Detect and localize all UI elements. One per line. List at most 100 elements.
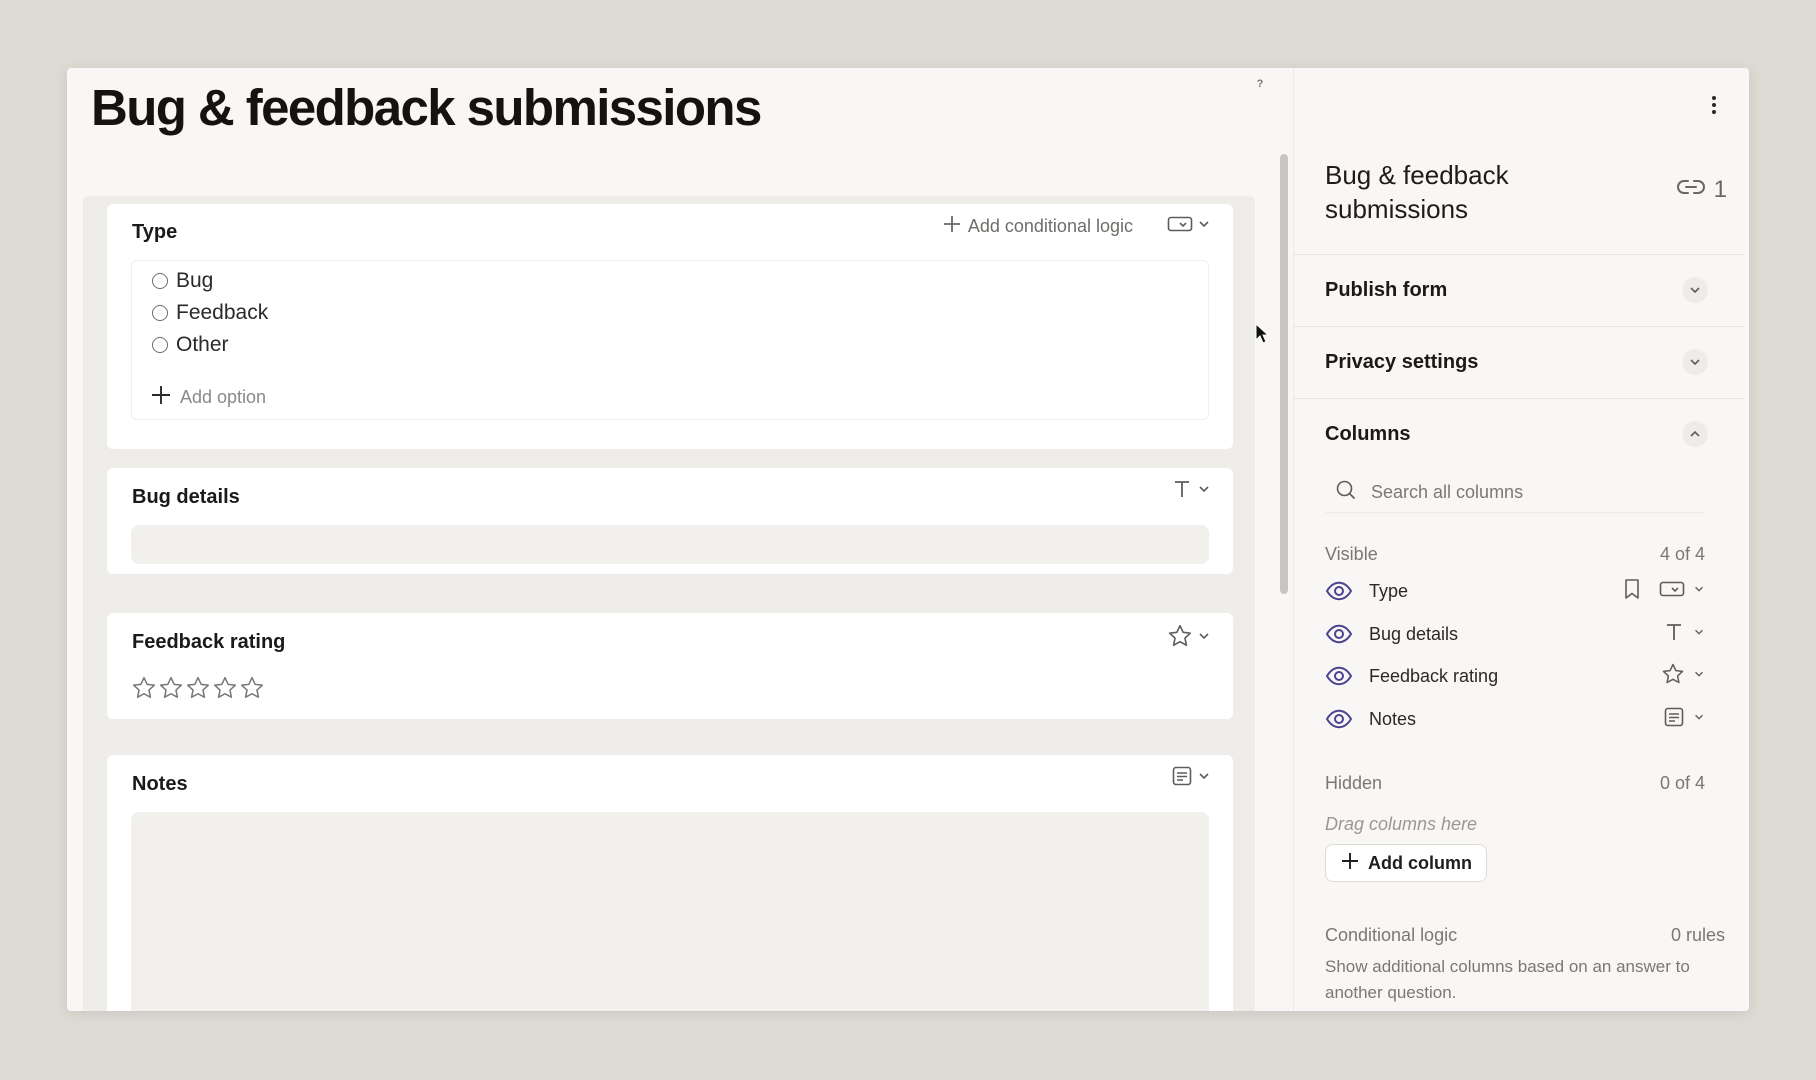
- bug-details-input[interactable]: [131, 525, 1209, 564]
- plus-icon: [150, 384, 172, 411]
- option-label[interactable]: Other: [176, 333, 229, 357]
- column-row-notes[interactable]: Notes: [1325, 704, 1705, 734]
- eye-icon[interactable]: [1325, 581, 1355, 601]
- chevron-down-icon: [1197, 769, 1211, 788]
- conditional-logic-count: 0 rules: [1670, 925, 1725, 945]
- rating-star-icon[interactable]: [212, 675, 238, 706]
- chevron-down-icon: [1197, 482, 1211, 501]
- add-column-button[interactable]: Add column: [1325, 844, 1487, 882]
- chevron-up-icon[interactable]: [1682, 421, 1708, 447]
- settings-sidebar: Bug & feedback submissions 1 Publish for…: [1293, 68, 1749, 1011]
- star-icon[interactable]: [1661, 662, 1685, 691]
- question-card-type[interactable]: Type Add conditional logic Bug Feedback …: [107, 204, 1233, 449]
- help-button[interactable]: ?: [1252, 76, 1268, 92]
- column-name: Notes: [1369, 708, 1417, 729]
- question-title[interactable]: Notes: [132, 773, 188, 796]
- notes-icon: [1171, 765, 1193, 792]
- rating-star-icon[interactable]: [158, 675, 184, 706]
- option-item[interactable]: Other: [152, 333, 229, 357]
- add-conditional-logic-label: Add conditional logic: [967, 216, 1133, 236]
- add-column-label: Add column: [1368, 852, 1472, 873]
- question-title[interactable]: Bug details: [132, 486, 240, 509]
- column-search-input[interactable]: Search all columns: [1325, 473, 1705, 513]
- conditional-logic-label: Conditional logic: [1325, 925, 1458, 945]
- form-editor: Bug & feedback submissions ? Type Add co…: [67, 68, 1293, 1011]
- hidden-drop-zone[interactable]: Drag columns here: [1325, 814, 1477, 835]
- rating-stars[interactable]: [131, 675, 265, 706]
- conditional-logic-description: Show additional columns based on an answ…: [1325, 957, 1690, 1002]
- chevron-down-icon[interactable]: [1693, 625, 1705, 643]
- rating-star-icon[interactable]: [185, 675, 211, 706]
- mouse-cursor-icon: [1255, 322, 1270, 350]
- section-publish-form[interactable]: Publish form: [1294, 254, 1744, 326]
- plus-icon: [1340, 851, 1360, 876]
- plus-icon: [942, 214, 962, 239]
- link-count: 1: [1713, 176, 1727, 203]
- options-list: Bug Feedback Other Add option: [131, 260, 1209, 420]
- text-field-icon[interactable]: [1663, 621, 1685, 648]
- column-row-bug-details[interactable]: Bug details: [1325, 619, 1705, 649]
- question-card-notes[interactable]: Notes: [107, 755, 1233, 1011]
- section-privacy-settings[interactable]: Privacy settings: [1294, 326, 1744, 398]
- section-columns[interactable]: Columns: [1294, 398, 1744, 468]
- question-title[interactable]: Feedback rating: [132, 631, 285, 654]
- section-label: Privacy settings: [1325, 351, 1479, 373]
- sidebar-form-title: Bug & feedback submissions: [1325, 160, 1509, 224]
- column-row-feedback-rating[interactable]: Feedback rating: [1325, 661, 1705, 691]
- hidden-count: 0 of 4: [1659, 773, 1705, 793]
- radio-icon[interactable]: [152, 273, 168, 289]
- chevron-down-icon[interactable]: [1682, 277, 1708, 303]
- chevron-down-icon: [1197, 217, 1211, 236]
- eye-icon[interactable]: [1325, 666, 1355, 686]
- hidden-columns-header: Hidden 0 of 4: [1325, 773, 1705, 794]
- question-title[interactable]: Type: [132, 221, 177, 244]
- column-row-type[interactable]: Type: [1325, 576, 1705, 606]
- linked-views-button[interactable]: 1: [1676, 176, 1727, 204]
- chevron-down-icon: [1197, 629, 1211, 648]
- dropdown-field-icon: [1167, 214, 1193, 239]
- notes-icon[interactable]: [1663, 706, 1685, 733]
- search-icon: [1335, 479, 1357, 506]
- link-icon: [1676, 176, 1706, 204]
- search-placeholder: Search all columns: [1371, 482, 1524, 502]
- visible-count: 4 of 4: [1659, 544, 1705, 564]
- radio-icon[interactable]: [152, 305, 168, 321]
- add-option-button[interactable]: Add option: [150, 384, 266, 411]
- rating-star-icon[interactable]: [239, 675, 265, 706]
- option-label[interactable]: Feedback: [176, 301, 268, 325]
- field-type-dropdown[interactable]: [1171, 765, 1211, 792]
- rating-star-icon[interactable]: [131, 675, 157, 706]
- notes-textarea[interactable]: [131, 812, 1209, 1011]
- eye-icon[interactable]: [1325, 624, 1355, 644]
- option-label[interactable]: Bug: [176, 269, 213, 293]
- field-type-dropdown[interactable]: [1167, 623, 1211, 654]
- app-window: Bug & feedback submissions ? Type Add co…: [67, 68, 1749, 1011]
- chevron-down-icon[interactable]: [1693, 582, 1705, 600]
- column-name: Feedback rating: [1369, 665, 1499, 686]
- page-title: Bug & feedback submissions: [91, 79, 762, 136]
- text-field-icon: [1171, 478, 1193, 505]
- form-canvas: Type Add conditional logic Bug Feedback …: [83, 196, 1255, 1011]
- question-card-feedback-rating[interactable]: Feedback rating: [107, 613, 1233, 719]
- column-name: Type: [1369, 580, 1409, 601]
- option-item[interactable]: Bug: [152, 269, 213, 293]
- option-item[interactable]: Feedback: [152, 301, 268, 325]
- bookmark-icon[interactable]: [1623, 578, 1641, 605]
- add-option-label: Add option: [180, 387, 267, 407]
- more-options-icon[interactable]: [1711, 94, 1717, 121]
- visible-columns-header: Visible 4 of 4: [1325, 544, 1705, 565]
- add-conditional-logic-button[interactable]: Add conditional logic: [942, 214, 1133, 239]
- radio-icon[interactable]: [152, 337, 168, 353]
- dropdown-field-icon[interactable]: [1659, 579, 1685, 604]
- section-label: Columns: [1325, 423, 1411, 445]
- field-type-dropdown[interactable]: [1167, 214, 1211, 239]
- field-type-dropdown[interactable]: [1171, 478, 1211, 505]
- star-icon: [1167, 623, 1193, 654]
- eye-icon[interactable]: [1325, 709, 1355, 729]
- column-name: Bug details: [1369, 623, 1459, 644]
- scrollbar-thumb[interactable]: [1280, 154, 1288, 594]
- chevron-down-icon[interactable]: [1693, 710, 1705, 728]
- chevron-down-icon[interactable]: [1693, 667, 1705, 685]
- chevron-down-icon[interactable]: [1682, 349, 1708, 375]
- question-card-bug-details[interactable]: Bug details: [107, 468, 1233, 574]
